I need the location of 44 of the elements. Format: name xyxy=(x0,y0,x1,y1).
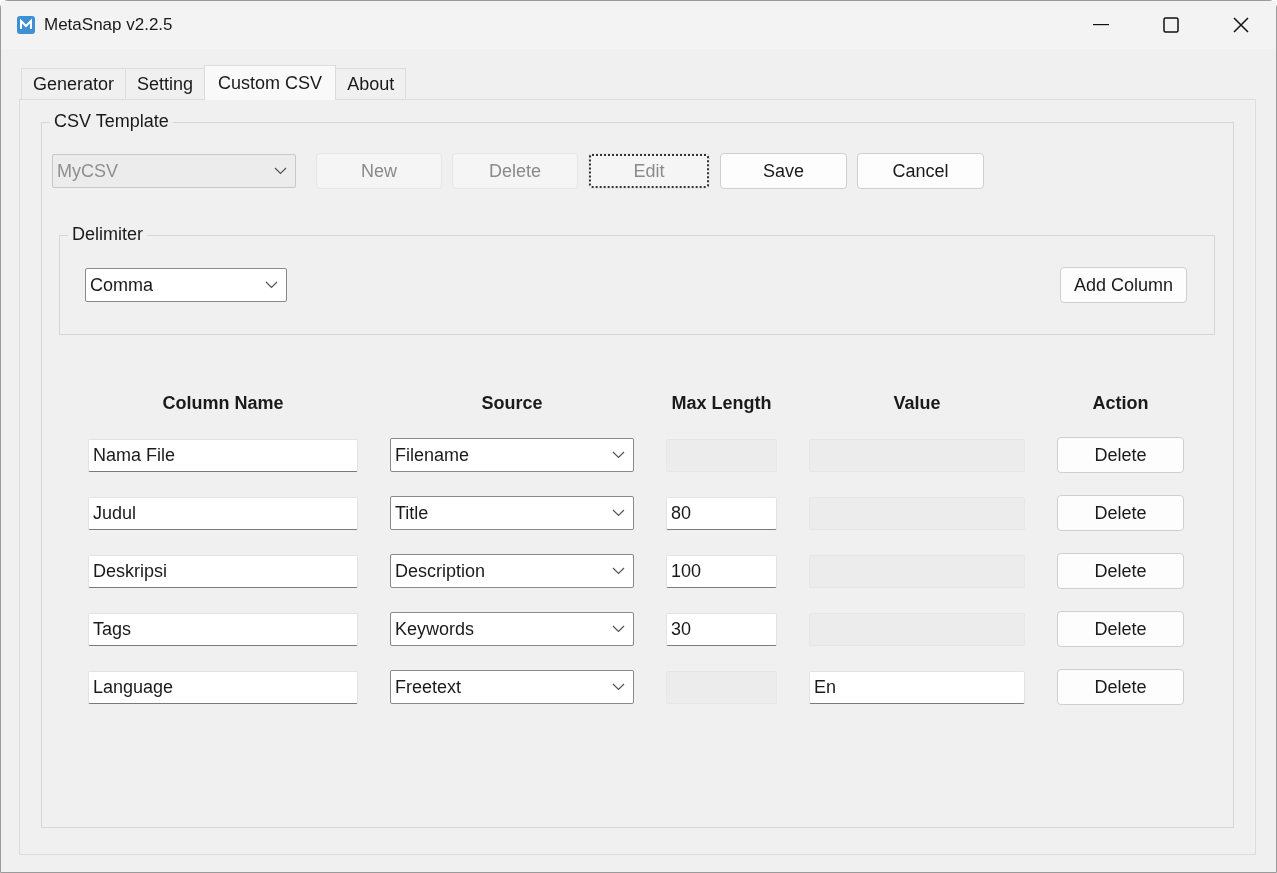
input-field[interactable]: Deskripsi xyxy=(88,554,358,588)
tab[interactable]: About xyxy=(335,68,407,99)
input-field[interactable]: Language xyxy=(88,670,358,704)
delete-button[interactable]: Delete xyxy=(1057,495,1184,531)
delimiter-dropdown[interactable]: Comma xyxy=(85,268,287,302)
maximize-icon xyxy=(1163,17,1179,33)
tab[interactable]: Custom CSV xyxy=(204,65,337,100)
window-title: MetaSnap v2.2.5 xyxy=(44,15,174,35)
input-field[interactable]: 80 xyxy=(666,496,777,530)
delete-button[interactable]: Delete xyxy=(1057,669,1184,705)
input-field[interactable]: 30 xyxy=(666,612,777,646)
input-field[interactable]: Judul xyxy=(88,496,358,530)
source-dropdown[interactable]: Title xyxy=(390,496,634,530)
template-button[interactable]: Save xyxy=(720,153,847,189)
delete-button[interactable]: Delete xyxy=(1057,553,1184,589)
chevron-down-icon xyxy=(612,509,625,517)
input-field[interactable]: En xyxy=(809,670,1025,704)
input-field[interactable]: 100 xyxy=(666,554,777,588)
delete-button[interactable]: Delete xyxy=(1057,437,1184,473)
input-field[interactable]: Tags xyxy=(88,612,358,646)
add-column-button[interactable]: Add Column xyxy=(1060,267,1187,303)
source-dropdown[interactable]: Filename xyxy=(390,438,634,472)
chevron-down-icon xyxy=(612,567,625,575)
column-header: Value xyxy=(892,393,942,414)
delete-button[interactable]: Delete xyxy=(1057,611,1184,647)
column-header: Max Length xyxy=(670,393,773,414)
column-header: Column Name xyxy=(161,393,285,414)
input-field[interactable]: Nama File xyxy=(88,438,358,472)
source-dropdown[interactable]: Keywords xyxy=(390,612,634,646)
chevron-down-icon xyxy=(612,625,625,633)
source-dropdown[interactable]: Freetext xyxy=(390,670,634,704)
app-logo-icon xyxy=(16,15,36,35)
column-header: Source xyxy=(480,393,544,414)
template-button[interactable]: Cancel xyxy=(857,153,984,189)
tab[interactable]: Generator xyxy=(21,68,127,99)
chevron-down-icon xyxy=(274,167,287,175)
source-dropdown[interactable]: Description xyxy=(390,554,634,588)
minimize-icon xyxy=(1093,24,1109,26)
chevron-down-icon xyxy=(265,281,278,289)
group-label: CSV Template xyxy=(50,111,173,132)
close-icon xyxy=(1233,17,1249,33)
chevron-down-icon xyxy=(612,451,625,459)
column-header: Action xyxy=(1091,393,1150,414)
chevron-down-icon xyxy=(612,683,625,691)
